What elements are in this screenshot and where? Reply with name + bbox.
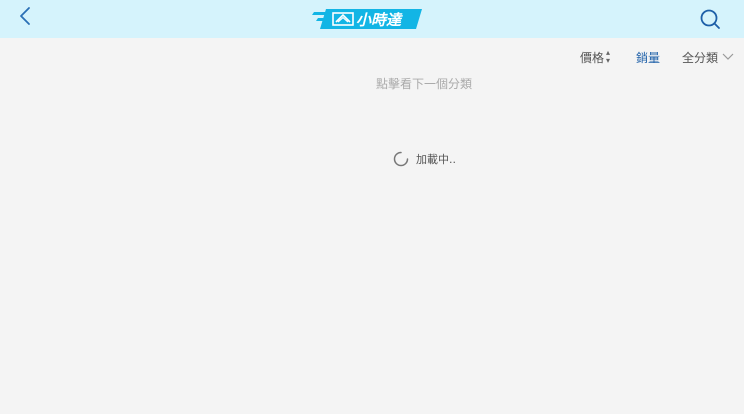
spinner-icon — [393, 151, 409, 167]
sort-bar: 價格 ▴ ▾ 銷量 全分類 — [580, 47, 734, 67]
sort-by-sales[interactable]: 銷量 — [636, 49, 660, 66]
loading-text: 加載中.. — [416, 153, 456, 166]
category-filter-label: 全分類 — [681, 50, 718, 65]
sort-arrows-icon: ▴ ▾ — [605, 48, 610, 65]
logo-text: 小時達 — [356, 11, 403, 29]
sort-price-label: 價格 — [579, 50, 604, 65]
top-header: 小時達 — [0, 0, 744, 38]
sort-sales-label: 銷量 — [635, 50, 660, 65]
search-icon — [700, 9, 720, 29]
app-logo: 小時達 — [312, 7, 424, 31]
search-button[interactable] — [697, 6, 723, 32]
loading-indicator: 加載中.. — [393, 151, 456, 167]
next-category-link[interactable]: 點擊看下一個分類 — [0, 75, 744, 92]
category-filter[interactable]: 全分類 — [682, 49, 734, 66]
back-button[interactable] — [14, 5, 38, 29]
chevron-down-icon — [722, 53, 734, 60]
chevron-left-icon — [20, 7, 30, 25]
sort-by-price[interactable]: 價格 ▴ ▾ — [580, 49, 610, 66]
